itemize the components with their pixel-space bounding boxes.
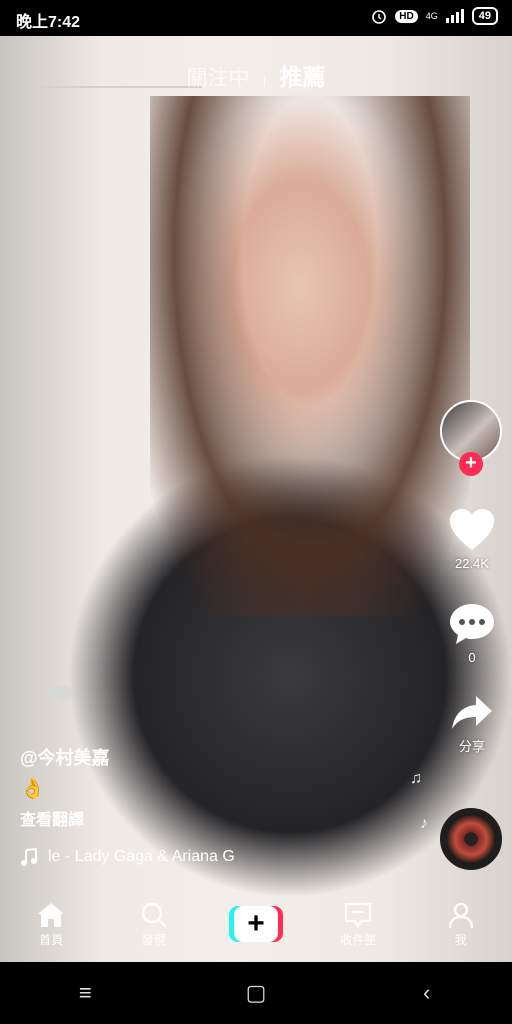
battery-icon: 49 bbox=[471, 7, 498, 25]
music-note-icon: ♪ bbox=[420, 815, 428, 832]
follow-button[interactable]: + bbox=[459, 452, 483, 476]
profile-icon bbox=[448, 902, 473, 928]
tab-divider bbox=[264, 75, 265, 86]
song-title: le - Lady Gaga & Ariana G bbox=[48, 848, 235, 865]
music-note-icon: ♫ bbox=[410, 770, 422, 787]
song-ticker[interactable]: le - Lady Gaga & Ariana G bbox=[20, 848, 288, 866]
music-disc[interactable] bbox=[440, 808, 502, 870]
nav-inbox[interactable]: 收件匣 bbox=[318, 901, 398, 948]
share-label: 分享 bbox=[458, 739, 485, 754]
video-subject bbox=[150, 96, 470, 616]
status-icons: HD 4G 49 bbox=[371, 7, 498, 25]
status-bar: 晚上7:42 HD 4G 49 bbox=[0, 0, 512, 36]
nav-create[interactable]: + bbox=[216, 906, 296, 942]
nav-me-label: 我 bbox=[454, 932, 467, 947]
system-nav-bar: ≡ ▢ ‹ bbox=[0, 962, 512, 1024]
tab-following[interactable]: 關注中 bbox=[187, 62, 250, 92]
home-icon bbox=[38, 902, 65, 927]
hd-badge: HD bbox=[395, 9, 418, 23]
comment-count: 0 bbox=[468, 650, 476, 665]
nav-discover[interactable]: 發現 bbox=[114, 901, 194, 948]
comment-button[interactable]: 0 bbox=[440, 602, 504, 665]
share-button[interactable]: 分享 bbox=[440, 694, 504, 755]
like-button[interactable]: 22.4K bbox=[440, 508, 504, 571]
creator-username[interactable]: @今村美嘉 bbox=[20, 744, 110, 770]
nav-home[interactable]: 首頁 bbox=[11, 901, 91, 948]
bottom-nav: 首頁 發現 + 收件匣 我 bbox=[0, 886, 512, 962]
create-button[interactable]: + bbox=[228, 906, 283, 942]
alarm-icon bbox=[372, 10, 387, 24]
home-square-icon[interactable]: ▢ bbox=[226, 980, 286, 1006]
search-icon bbox=[141, 902, 167, 928]
like-count: 22.4K bbox=[455, 556, 489, 571]
caption: 👌 bbox=[20, 778, 45, 800]
back-icon[interactable]: ‹ bbox=[397, 980, 457, 1006]
nav-home-label: 首頁 bbox=[39, 932, 64, 947]
translate-link[interactable]: 查看翻譯 bbox=[20, 806, 84, 830]
plus-icon: + bbox=[233, 906, 278, 942]
nav-me[interactable]: 我 bbox=[421, 901, 501, 948]
music-note-icon bbox=[21, 848, 37, 866]
menu-icon[interactable]: ≡ bbox=[55, 980, 115, 1006]
nav-discover-label: 發現 bbox=[141, 932, 166, 947]
signal-icon bbox=[445, 9, 464, 23]
nav-inbox-label: 收件匣 bbox=[340, 932, 377, 947]
share-icon bbox=[452, 696, 492, 729]
tab-recommended[interactable]: 推薦 bbox=[279, 58, 325, 92]
heart-icon bbox=[450, 509, 494, 550]
door-handle bbox=[46, 686, 72, 700]
comment-icon bbox=[450, 604, 494, 644]
status-time: 晚上7:42 bbox=[16, 14, 81, 31]
feed-tabs: 關注中 推薦 bbox=[0, 58, 512, 92]
inbox-icon bbox=[345, 902, 372, 928]
network-type: 4G bbox=[425, 11, 438, 21]
